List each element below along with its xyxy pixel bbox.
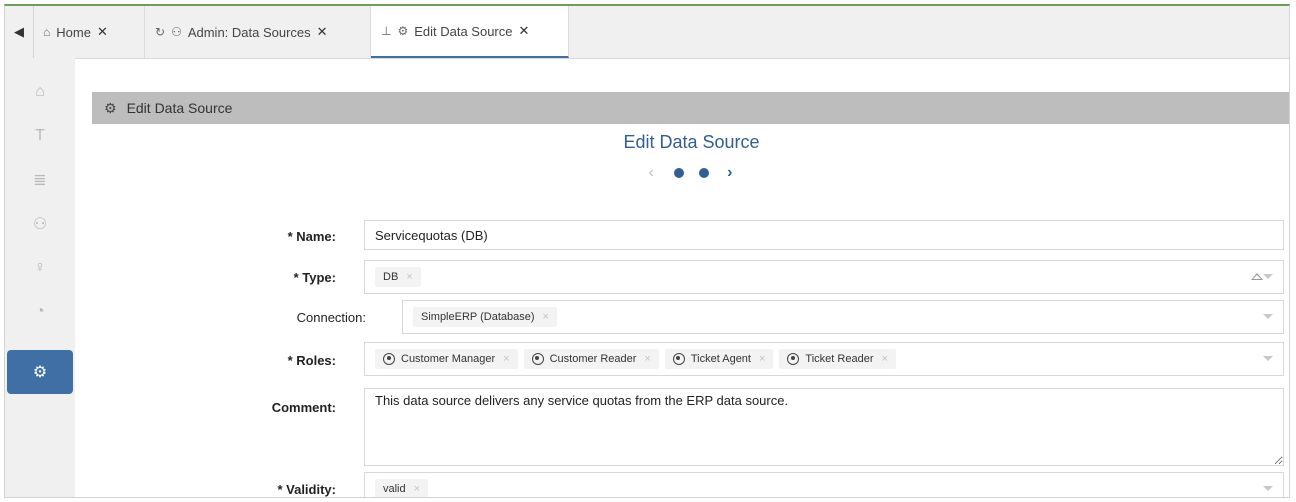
connection-select[interactable]: SimpleERP (Database) ×	[402, 300, 1284, 334]
tab-edit-data-source[interactable]: ⊥ ⚙ Edit Data Source ✕	[371, 6, 569, 58]
chevron-down-icon[interactable]	[1263, 486, 1273, 491]
remove-chip-icon[interactable]: ×	[644, 353, 650, 365]
sidebar-item-ideas[interactable]: ♀	[5, 246, 75, 290]
close-tab-icon[interactable]: ✕	[317, 24, 328, 40]
remove-chip-icon[interactable]: ×	[881, 353, 887, 365]
lightbulb-icon: ♀	[34, 259, 46, 276]
validity-select[interactable]: valid ×	[364, 472, 1284, 497]
edit-form-panel: Edit Data Source ‹ › * Name: Servicequot…	[92, 124, 1289, 497]
tab-bar: ◀ ⌂ Home ✕ ↻ ⚇ Admin: Data Sources ✕ ⊥ ⚙…	[5, 6, 1289, 59]
users-icon: ⚇	[171, 25, 182, 39]
name-label: * Name:	[287, 229, 336, 244]
refresh-icon: ↻	[155, 25, 166, 39]
sidebar-item-reports[interactable]: ◔	[5, 290, 75, 334]
tab-label: Home	[56, 24, 91, 40]
connection-chip: SimpleERP (Database) ×	[413, 307, 557, 327]
database-icon: ≣	[33, 172, 47, 189]
tab-label: Edit Data Source	[414, 23, 513, 39]
app-window: ◀ ⌂ Home ✕ ↻ ⚇ Admin: Data Sources ✕ ⊥ ⚙…	[4, 4, 1290, 498]
sidebar-item-home[interactable]: ⌂	[5, 70, 75, 114]
chevron-down-icon[interactable]	[1263, 274, 1273, 279]
sidebar: ⌂ T ≣ ⚇ ♀ ◔ ⚙	[5, 58, 75, 497]
next-step-button[interactable]: ›	[727, 164, 734, 181]
remove-chip-icon[interactable]: ×	[406, 271, 412, 283]
pie-chart-icon: ◔	[35, 303, 45, 320]
sidebar-item-admin[interactable]: ⚙	[7, 350, 73, 394]
close-tab-icon[interactable]: ✕	[97, 24, 108, 40]
collapse-icon[interactable]	[1251, 273, 1263, 280]
remove-chip-icon[interactable]: ×	[543, 311, 549, 323]
user-circle-icon	[531, 353, 544, 365]
caret-left-icon: ◀	[14, 24, 24, 39]
role-chip: Ticket Reader ×	[779, 349, 896, 369]
users-gear-icon: ⚙	[32, 364, 48, 381]
sidebar-item-text[interactable]: T	[5, 114, 75, 158]
user-circle-icon	[383, 353, 395, 365]
wizard-pager: ‹ ›	[92, 164, 1289, 182]
tab-admin-data-sources[interactable]: ↻ ⚇ Admin: Data Sources ✕	[145, 6, 371, 58]
roles-label: * Roles:	[287, 353, 336, 368]
wizard-title: Edit Data Source	[623, 132, 760, 152]
remove-chip-icon[interactable]: ×	[503, 353, 509, 365]
chevron-down-icon[interactable]	[1263, 314, 1273, 319]
panel-title: Edit Data Source	[126, 100, 233, 116]
close-tab-icon[interactable]: ✕	[519, 23, 530, 39]
comment-textarea[interactable]: This data source delivers any service qu…	[364, 388, 1284, 466]
validity-label: * Validity:	[277, 482, 336, 497]
connection-label: Connection:	[296, 310, 366, 325]
sidebar-item-database[interactable]: ≣	[5, 158, 75, 202]
type-label: * Type:	[293, 270, 336, 285]
home-icon: ⌂	[35, 83, 45, 100]
home-icon: ⌂	[43, 25, 51, 39]
step-dot[interactable]	[674, 167, 685, 178]
comment-label: Comment:	[271, 400, 336, 415]
user-circle-icon	[672, 353, 685, 365]
gear-icon: ⚙	[397, 24, 409, 38]
user-circle-icon	[787, 353, 800, 365]
type-chip: DB ×	[375, 267, 421, 287]
roles-select[interactable]: Customer Manager × Customer Reader × Tic…	[364, 342, 1284, 376]
name-input[interactable]: Servicequotas (DB)	[364, 220, 1284, 250]
gear-icon: ⚙	[104, 99, 117, 116]
remove-chip-icon[interactable]: ×	[414, 483, 420, 495]
role-chip: Ticket Agent ×	[664, 349, 774, 369]
tab-label: Admin: Data Sources	[187, 24, 311, 40]
sidebar-item-users[interactable]: ⚇	[5, 202, 75, 246]
role-chip: Customer Manager ×	[375, 349, 518, 369]
validity-chip: valid ×	[375, 479, 429, 497]
collapse-sidebar-button[interactable]: ◀	[5, 6, 34, 58]
previous-step-button[interactable]: ‹	[648, 164, 655, 181]
role-chip: Customer Reader ×	[523, 349, 659, 369]
text-icon: T	[35, 127, 45, 144]
panel-header: ⚙ Edit Data Source	[92, 92, 1289, 124]
chevron-down-icon[interactable]	[1263, 356, 1273, 361]
remove-chip-icon[interactable]: ×	[759, 353, 765, 365]
tab-home[interactable]: ⌂ Home ✕	[33, 6, 145, 58]
type-select[interactable]: DB ×	[364, 260, 1284, 294]
users-icon: ⚇	[32, 216, 48, 233]
pin-icon: ⊥	[381, 24, 392, 38]
step-dot[interactable]	[698, 167, 709, 178]
